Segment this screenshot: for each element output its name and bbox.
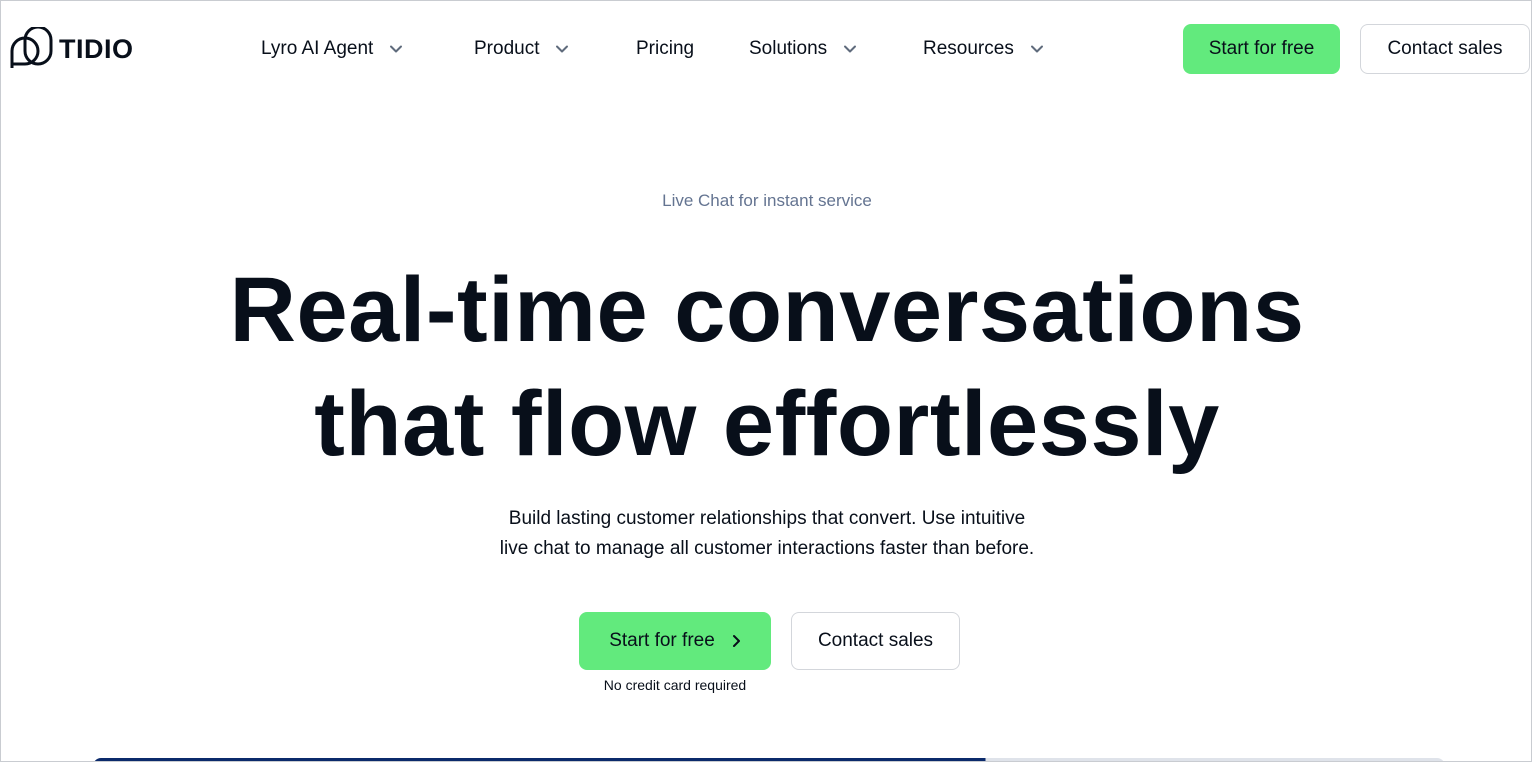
- chevron-right-icon: [731, 634, 741, 648]
- nav-item-lyro-ai-agent[interactable]: Lyro AI Agent: [261, 31, 403, 67]
- nav-item-label: Lyro AI Agent: [261, 38, 374, 59]
- header-start-free-button[interactable]: Start for free: [1183, 24, 1340, 74]
- button-label: Start for free: [1208, 38, 1315, 59]
- product-preview: [93, 758, 1445, 761]
- subtitle-line-1: Build lasting customer relationships tha…: [508, 508, 1026, 529]
- chevron-down-icon: [843, 42, 857, 56]
- header-contact-sales-button[interactable]: Contact sales: [1360, 24, 1530, 74]
- button-label: Contact sales: [1387, 38, 1503, 59]
- headline-line-1: Real-time conversations: [229, 259, 1305, 361]
- nav-item-solutions[interactable]: Solutions: [749, 31, 857, 67]
- chevron-down-icon: [1030, 42, 1044, 56]
- no-credit-card-note: No credit card required: [603, 677, 747, 693]
- brand-logo[interactable]: TIDIO: [9, 27, 134, 71]
- chevron-down-icon: [389, 42, 403, 56]
- hero-subtitle: Build lasting customer relationships tha…: [1, 504, 1531, 564]
- hero-contact-sales-button[interactable]: Contact sales: [791, 612, 960, 670]
- subtitle-line-2: live chat to manage all customer interac…: [499, 538, 1035, 559]
- nav-item-resources[interactable]: Resources: [923, 31, 1044, 67]
- hero-eyebrow: Live Chat for instant service: [662, 191, 872, 210]
- button-label: Contact sales: [817, 630, 934, 651]
- page: TIDIO Lyro AI Agent Product Pricing Solu…: [0, 0, 1532, 762]
- hero-start-free-button[interactable]: Start for free: [579, 612, 771, 670]
- brand-name: TIDIO: [59, 33, 134, 64]
- nav-item-label: Resources: [923, 38, 1014, 59]
- nav-item-product[interactable]: Product: [474, 31, 569, 67]
- nav-item-label: Product: [474, 38, 540, 59]
- nav-item-pricing[interactable]: Pricing: [636, 31, 694, 67]
- hero-headline: Real-time conversations that flow effort…: [1, 253, 1531, 481]
- tidio-logo-icon: [9, 27, 53, 71]
- headline-line-2: that flow effortlessly: [314, 373, 1220, 475]
- nav-item-label: Pricing: [636, 38, 695, 59]
- nav-item-label: Solutions: [749, 38, 828, 59]
- button-label: Start for free: [609, 630, 715, 651]
- chevron-down-icon: [555, 42, 569, 56]
